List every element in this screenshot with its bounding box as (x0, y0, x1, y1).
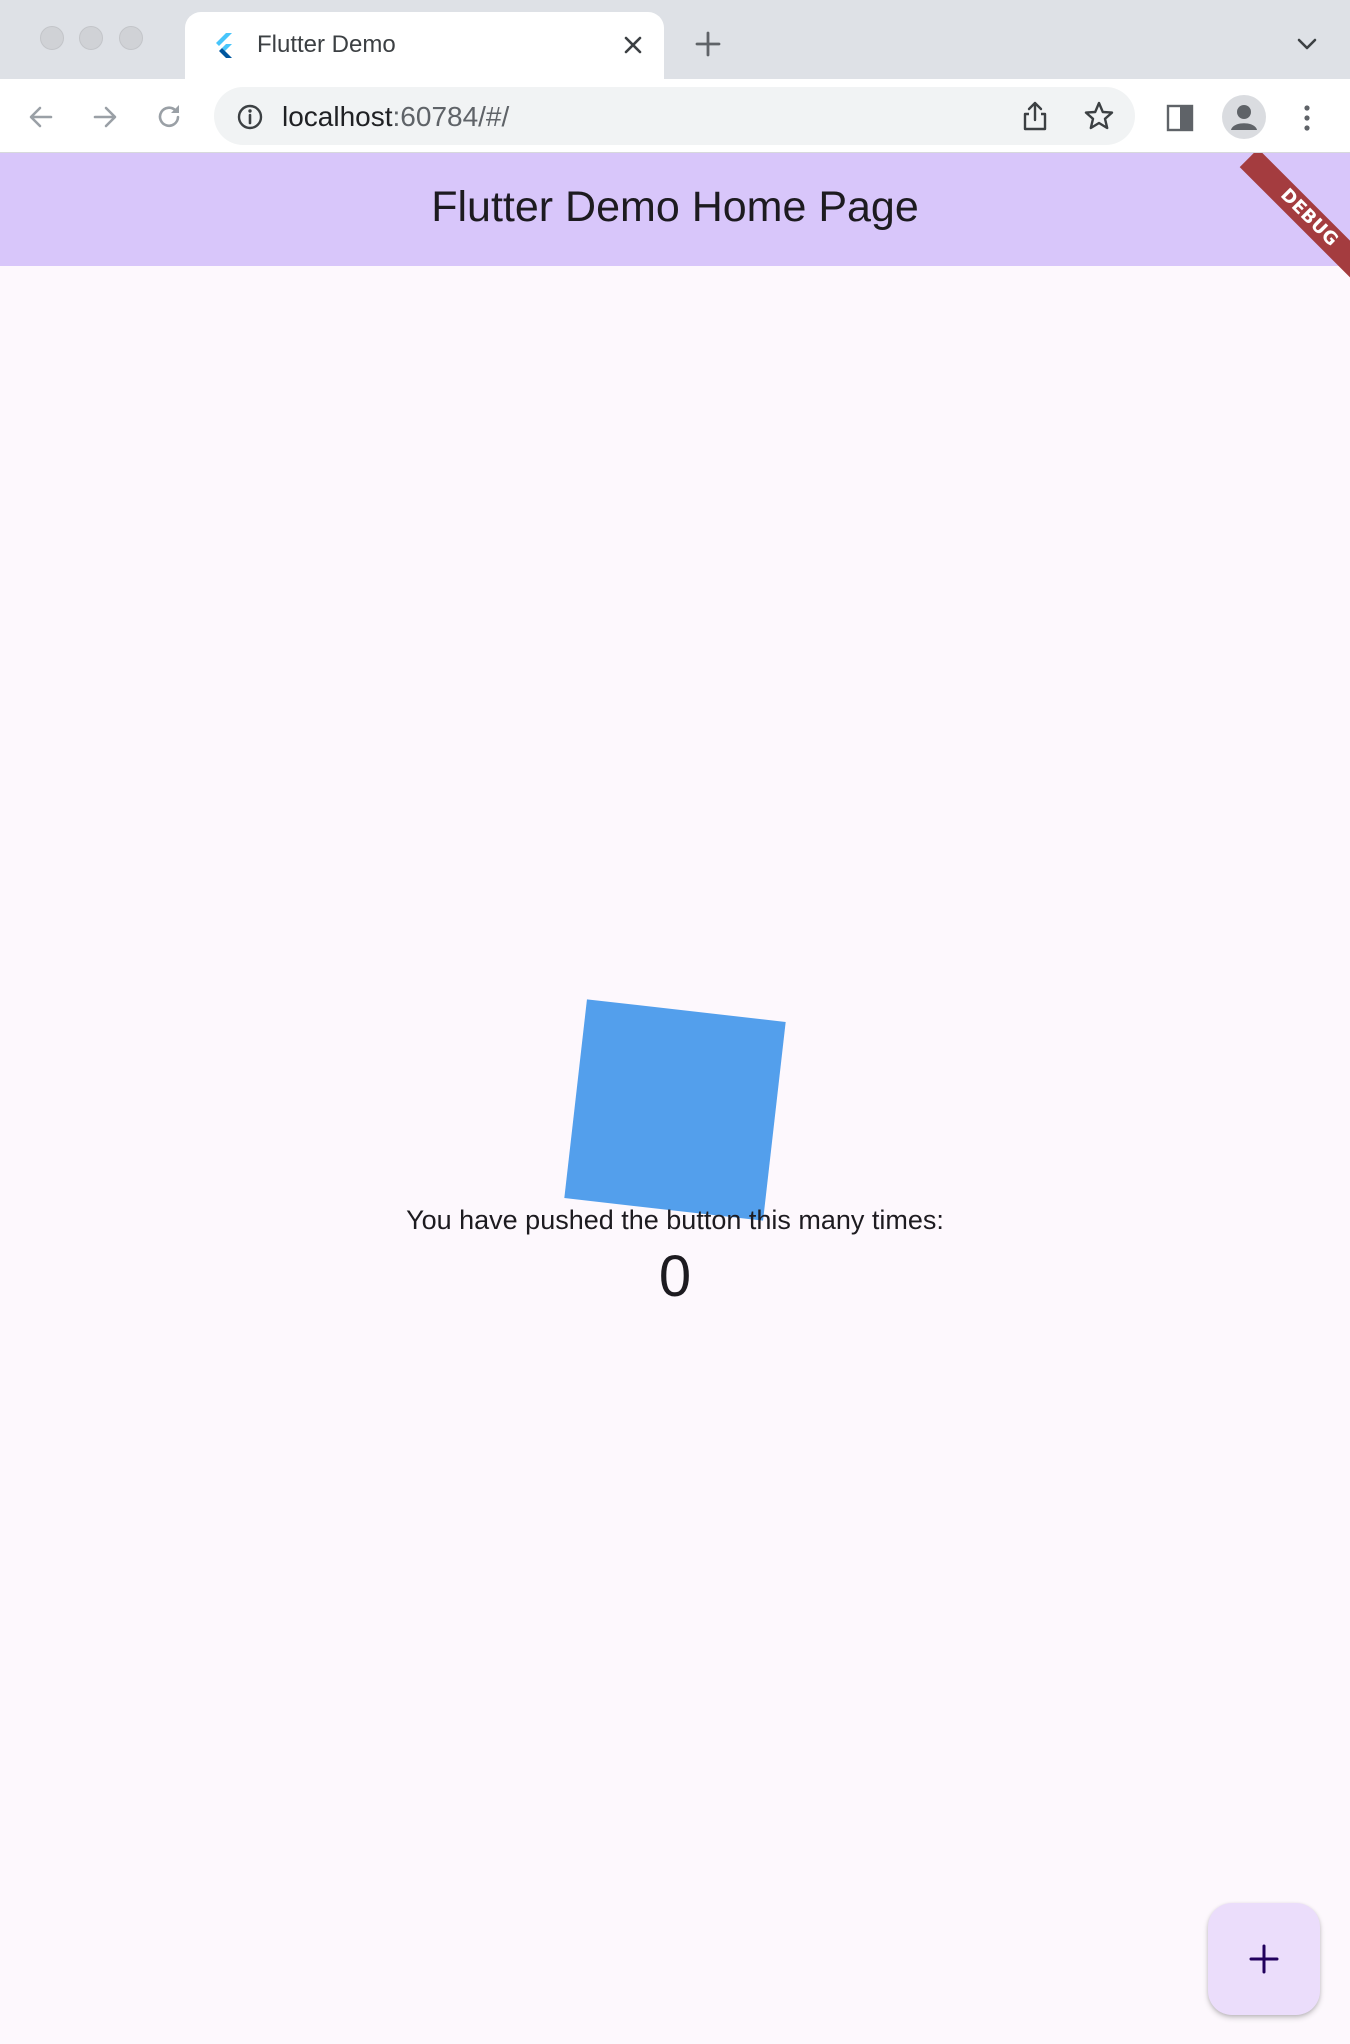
info-icon[interactable] (236, 103, 264, 131)
close-icon[interactable] (620, 32, 646, 58)
rotating-square (564, 999, 786, 1221)
profile-icon[interactable] (1222, 95, 1266, 139)
new-tab-plus-icon[interactable] (694, 30, 722, 58)
url-text[interactable]: localhost:60784/#/ (282, 101, 509, 133)
counter-label: You have pushed the button this many tim… (406, 1205, 944, 1235)
url-path: :60784/#/ (392, 101, 510, 132)
url-host: localhost (282, 101, 393, 132)
reload-icon[interactable] (153, 101, 185, 133)
page-title: Flutter Demo Home Page (431, 183, 919, 231)
star-icon[interactable] (1083, 100, 1115, 132)
chevron-down-icon[interactable] (1295, 35, 1319, 53)
forward-arrow-icon[interactable] (89, 101, 121, 133)
share-icon[interactable] (1020, 100, 1050, 132)
flutter-app: Flutter Demo Home Page DEBUG You have pu… (0, 153, 1350, 2044)
flutter-logo-icon (212, 32, 236, 58)
browser-toolbar: localhost:60784/#/ (0, 79, 1350, 153)
menu-dots-icon[interactable] (1296, 103, 1318, 133)
increment-button[interactable] (1208, 1903, 1320, 2015)
add-icon (1249, 1944, 1279, 1974)
address-bar[interactable]: localhost:60784/#/ (214, 87, 1135, 145)
tab-title: Flutter Demo (257, 31, 396, 58)
window-close-button[interactable] (40, 26, 64, 50)
window-minimize-button[interactable] (79, 26, 103, 50)
browser-tab[interactable]: Flutter Demo (185, 12, 664, 79)
window-zoom-button[interactable] (119, 26, 143, 50)
back-arrow-icon[interactable] (25, 101, 57, 133)
counter-value: 0 (658, 1244, 692, 1309)
browser-tabstrip: Flutter Demo (0, 0, 1350, 79)
app-bar: Flutter Demo Home Page (0, 153, 1350, 266)
side-panel-icon[interactable] (1165, 103, 1195, 133)
